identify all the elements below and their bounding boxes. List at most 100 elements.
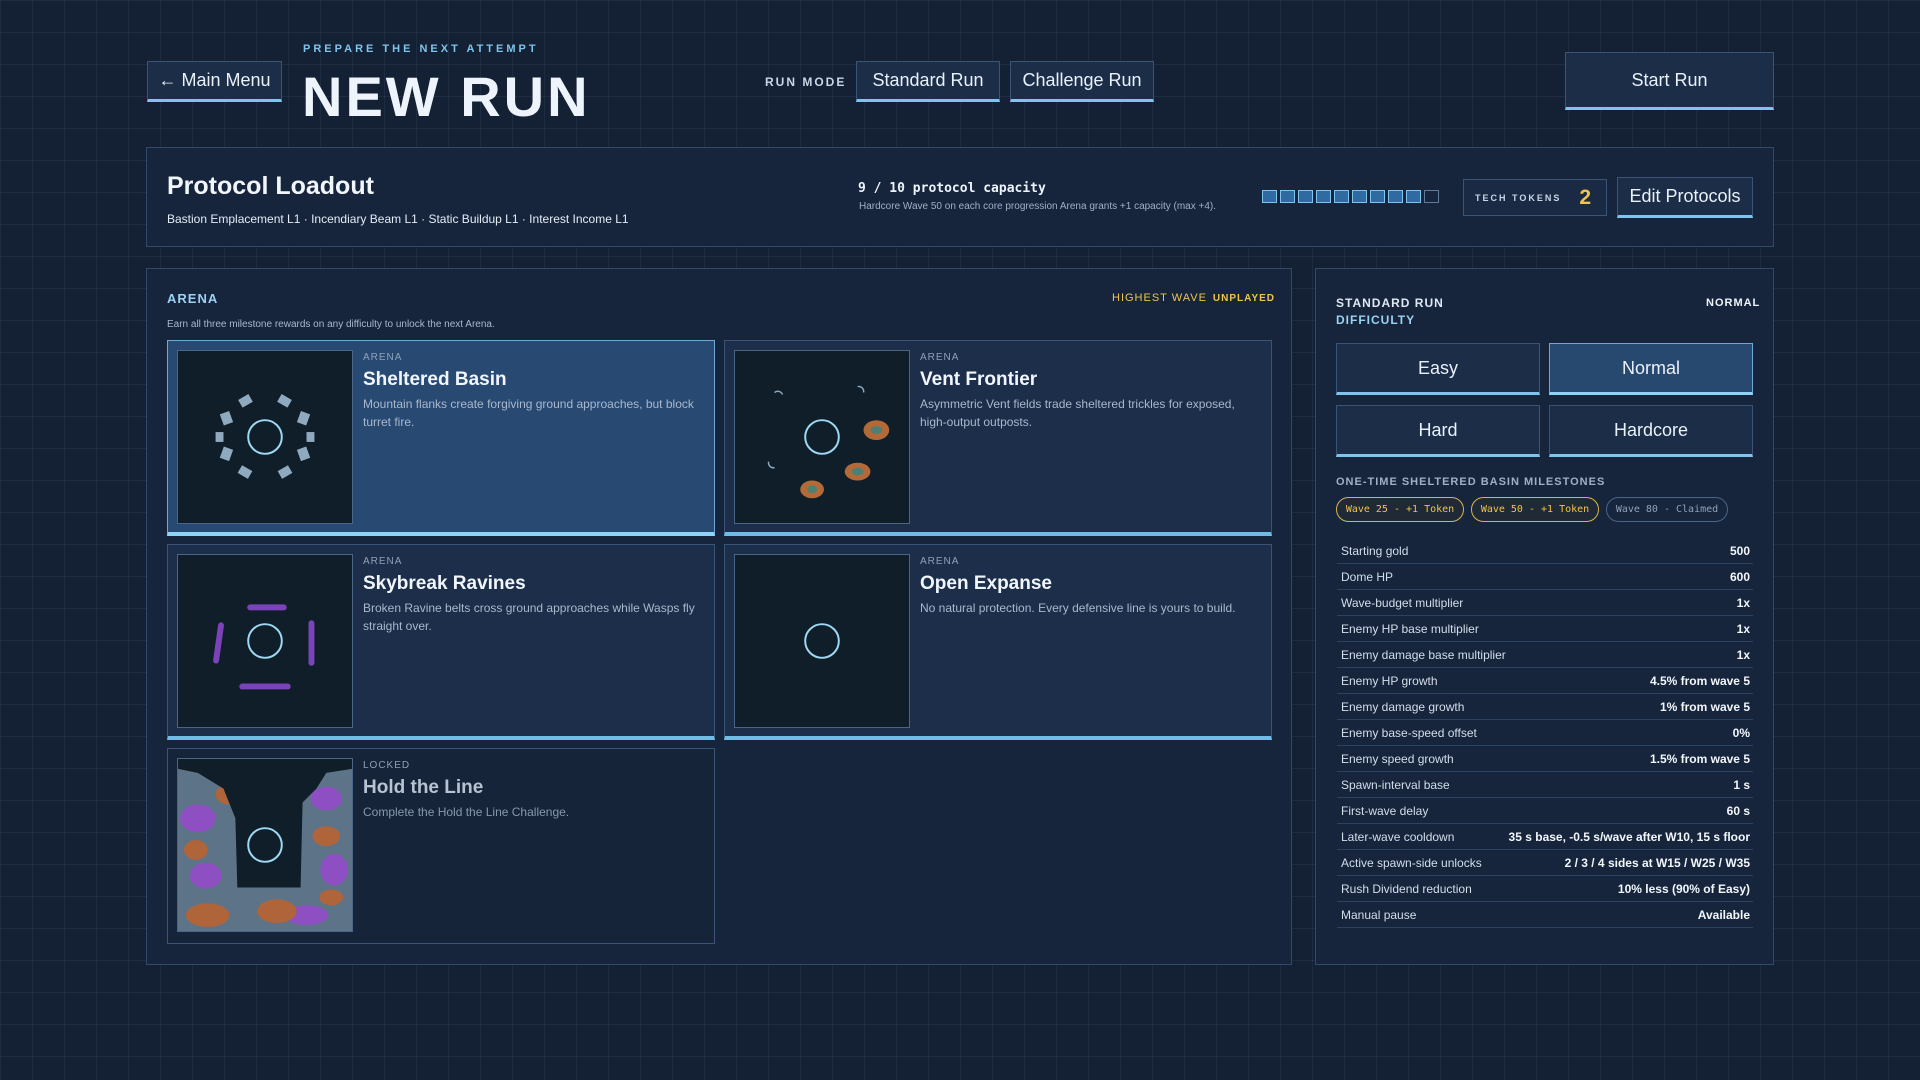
arena-card-open-expanse[interactable]: ARENA Open Expanse No natural protection…: [724, 544, 1272, 740]
sheltered-basin-map: [215, 394, 315, 479]
difficulty-panel-title-line1: STANDARD RUN: [1336, 296, 1444, 310]
difficulty-normal-button[interactable]: Normal: [1549, 343, 1753, 395]
arena-map-thumbnail: [177, 758, 353, 932]
capacity-pip: [1370, 190, 1385, 203]
arena-map-thumbnail: [734, 554, 910, 728]
stat-label: Dome HP: [1341, 569, 1394, 584]
stat-row: Enemy damage growth 1% from wave 5: [1337, 694, 1753, 720]
run-mode-label: RUN MODE: [765, 75, 847, 89]
stat-label: Later-wave cooldown: [1341, 829, 1455, 844]
arena-card-kind: ARENA: [920, 556, 960, 567]
stat-row: Enemy damage base multiplier 1x: [1337, 642, 1753, 668]
highest-wave-label: HIGHEST WAVE: [1112, 292, 1207, 304]
arena-card-name: Hold the Line: [363, 777, 484, 798]
protocol-capacity: 9 / 10 protocol capacity: [858, 181, 1046, 196]
arena-card-desc: Complete the Hold the Line Challenge.: [363, 805, 570, 819]
stat-value: 1% from wave 5: [1659, 699, 1750, 714]
protocol-list: Bastion Emplacement L1 · Incendiary Beam…: [167, 212, 629, 226]
difficulty-hard-button[interactable]: Hard: [1336, 405, 1540, 457]
stat-value: Available: [1697, 907, 1750, 922]
arena-card-sheltered-basin[interactable]: ARENA Sheltered Basin Mountain flanks cr…: [167, 340, 715, 536]
tech-tokens-label: TECH TOKENS: [1475, 192, 1562, 203]
stat-row: Active spawn-side unlocks 2 / 3 / 4 sides…: [1337, 850, 1753, 876]
stat-value: 35 s base, -0.5 s/wave after W10, 15 s f…: [1508, 829, 1750, 844]
arena-card-desc: Broken Ravine belts cross ground approac…: [363, 601, 695, 633]
stat-label: Manual pause: [1341, 907, 1417, 922]
loadout-title: Protocol Loadout: [167, 172, 374, 200]
hold-the-line-map: [178, 759, 352, 931]
page-kicker: PREPARE THE NEXT ATTEMPT: [303, 43, 539, 55]
arena-card-desc: Mountain flanks create forgiving ground …: [363, 397, 694, 429]
arena-card-desc: No natural protection. Every defensive l…: [920, 601, 1236, 615]
stat-value: 1x: [1736, 621, 1750, 636]
stat-row: Enemy HP growth 4.5% from wave 5: [1337, 668, 1753, 694]
capacity-pip: [1262, 190, 1277, 203]
stat-label: Rush Dividend reduction: [1341, 881, 1472, 896]
capacity-pip: [1352, 190, 1367, 203]
stat-label: Enemy HP base multiplier: [1341, 621, 1479, 636]
stat-row: Enemy HP base multiplier 1x: [1337, 616, 1753, 642]
stat-value: 1x: [1736, 595, 1750, 610]
arena-card-vent-frontier[interactable]: ARENA Vent Frontier Asymmetric Vent fiel…: [724, 340, 1272, 536]
edit-protocols-button[interactable]: Edit Protocols: [1617, 177, 1753, 218]
stat-row: Rush Dividend reduction 10% less (90% of …: [1337, 876, 1753, 902]
stat-row: Dome HP 600: [1337, 564, 1753, 590]
arena-card-skybreak-ravines[interactable]: ARENA Skybreak Ravines Broken Ravine bel…: [167, 544, 715, 740]
capacity-pip: [1316, 190, 1331, 203]
arena-card-kind: ARENA: [363, 556, 403, 567]
stat-label: Enemy speed growth: [1341, 751, 1454, 766]
arena-map-thumbnail: [177, 350, 353, 524]
stat-label: Active spawn-side unlocks: [1341, 855, 1482, 870]
stat-value: 10% less (90% of Easy): [1617, 881, 1750, 896]
difficulty-easy-button[interactable]: Easy: [1336, 343, 1540, 395]
stat-label: Enemy damage growth: [1341, 699, 1465, 714]
stat-label: First-wave delay: [1341, 803, 1429, 818]
stat-value: 2 / 3 / 4 sides at W15 / W25 / W35: [1564, 855, 1750, 870]
arena-header: ARENA: [167, 291, 219, 306]
difficulty-panel-title-line2: DIFFICULTY: [1336, 313, 1416, 327]
current-difficulty: NORMAL: [1706, 297, 1761, 309]
capacity-pip: [1280, 190, 1295, 203]
stat-value: 500: [1729, 543, 1750, 558]
stat-row: Starting gold 500: [1337, 538, 1753, 564]
skybreak-ravines-map: [213, 604, 315, 690]
arena-card-kind: ARENA: [363, 352, 403, 363]
tech-tokens-value: 2: [1579, 185, 1592, 209]
milestone-badge: Wave 50 - +1 Token: [1471, 497, 1599, 522]
arena-card-name: Vent Frontier: [920, 369, 1038, 390]
arena-card-desc: Asymmetric Vent fields trade sheltered t…: [920, 397, 1235, 429]
stat-label: Spawn-interval base: [1341, 777, 1450, 792]
stat-row: First-wave delay 60 s: [1337, 798, 1753, 824]
stat-label: Wave-budget multiplier: [1341, 595, 1464, 610]
start-run-button[interactable]: Start Run: [1565, 52, 1774, 110]
stat-label: Starting gold: [1341, 543, 1409, 558]
arena-card-name: Skybreak Ravines: [363, 573, 526, 594]
arena-subtitle: Earn all three milestone rewards on any …: [167, 319, 495, 330]
difficulty-panel-title: STANDARD RUN DIFFICULTY: [1336, 295, 1444, 329]
challenge-run-button[interactable]: Challenge Run: [1010, 61, 1154, 102]
arena-card-hold-the-line[interactable]: LOCKED Hold the Line Complete the Hold t…: [167, 748, 715, 944]
arena-map-thumbnail: [177, 554, 353, 728]
milestone-badge: Wave 25 - +1 Token: [1336, 497, 1464, 522]
stat-value: 4.5% from wave 5: [1649, 673, 1750, 688]
capacity-pip: [1334, 190, 1349, 203]
vent-frontier-map: [767, 385, 890, 499]
stat-row: Wave-budget multiplier 1x: [1337, 590, 1753, 616]
capacity-note: Hardcore Wave 50 on each core progressio…: [859, 201, 1217, 212]
open-expanse-map: [804, 623, 840, 659]
main-menu-button[interactable]: ← Main Menu: [147, 61, 282, 102]
difficulty-hardcore-button[interactable]: Hardcore: [1549, 405, 1753, 457]
arena-card-name: Open Expanse: [920, 573, 1052, 594]
arena-map-thumbnail: [734, 350, 910, 524]
standard-run-button[interactable]: Standard Run: [856, 61, 1000, 102]
capacity-pip: [1406, 190, 1421, 203]
difficulty-stats-table: Starting gold 500 Dome HP 600 Wave-budget mu…: [1337, 538, 1753, 928]
highest-wave-value: UNPLAYED: [1212, 293, 1276, 304]
stat-row: Later-wave cooldown 35 s base, -0.5 s/wav…: [1337, 824, 1753, 850]
stat-value: 1 s: [1733, 777, 1750, 792]
capacity-meter: [1262, 190, 1439, 203]
stat-value: 60 s: [1726, 803, 1750, 818]
stat-label: Enemy damage base multiplier: [1341, 647, 1506, 662]
stat-value: 1.5% from wave 5: [1649, 751, 1750, 766]
milestone-badge: Wave 80 - Claimed: [1606, 497, 1728, 522]
